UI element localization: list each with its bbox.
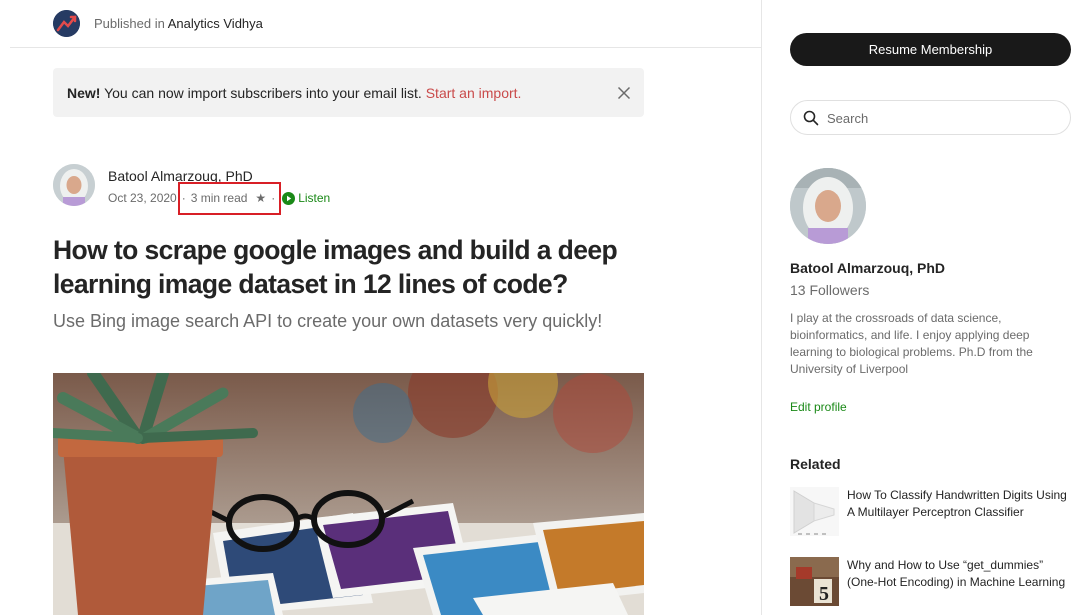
listen-button[interactable]: Listen	[282, 191, 330, 205]
article-subtitle: Use Bing image search API to create your…	[53, 311, 603, 331]
edit-profile-link[interactable]: Edit profile	[790, 400, 847, 414]
related-thumbnail	[790, 487, 839, 536]
related-title: Why and How to Use “get_dummies” (One-Ho…	[847, 558, 1066, 589]
related-title: How To Classify Handwritten Digits Using…	[847, 488, 1067, 519]
related-thumbnail-image: 5	[790, 557, 839, 606]
profile-bio: I play at the crossroads of data science…	[790, 311, 1033, 376]
profile-followers[interactable]: 13 Followers	[790, 282, 869, 298]
play-circle-icon	[282, 191, 296, 205]
banner-close-button[interactable]	[614, 83, 634, 103]
hero-image	[53, 373, 644, 615]
listen-label: Listen	[298, 191, 331, 205]
search-icon	[803, 110, 819, 126]
read-time-highlight	[178, 182, 281, 215]
related-thumbnail-image	[790, 487, 839, 536]
banner-text: New! You can now import subscribers into…	[67, 85, 521, 101]
profile-photo	[790, 168, 866, 244]
related-thumbnail: 5	[790, 557, 839, 606]
close-icon	[617, 86, 631, 100]
top-divider	[10, 47, 761, 48]
related-item[interactable]: How To Classify Handwritten Digits Using…	[790, 487, 1070, 537]
banner-new-label: New!	[67, 85, 101, 101]
main-column: Published in Analytics Vidhya New! You c…	[10, 0, 761, 615]
publication-logo[interactable]	[53, 10, 80, 37]
svg-text:5: 5	[819, 583, 829, 605]
related-item[interactable]: 5 Why and How to Use “get_dummies” (One-…	[790, 557, 1070, 607]
profile-name[interactable]: Batool Almarzouq, PhD	[790, 260, 945, 276]
author-photo	[53, 164, 95, 206]
search-input[interactable]	[825, 108, 1055, 128]
resume-membership-button[interactable]: Resume Membership	[790, 33, 1071, 66]
start-import-link[interactable]: Start an import.	[426, 85, 522, 101]
author-avatar[interactable]	[53, 164, 95, 206]
publication-line: Published in Analytics Vidhya	[94, 16, 263, 31]
profile-avatar[interactable]	[790, 168, 866, 244]
import-banner: New! You can now import subscribers into…	[53, 68, 644, 117]
banner-message: You can now import subscribers into your…	[100, 85, 426, 101]
publication-name[interactable]: Analytics Vidhya	[168, 16, 263, 31]
publication-logo-icon	[53, 10, 80, 37]
hero-photo	[53, 373, 644, 615]
related-heading: Related	[790, 456, 841, 472]
publish-date: Oct 23, 2020	[108, 191, 177, 205]
publication-prefix: Published in	[94, 16, 165, 31]
right-sidebar: Resume Membership Batool Almarzouq, PhD …	[761, 0, 1080, 615]
search-box[interactable]	[790, 100, 1071, 135]
article-title: How to scrape google images and build a …	[53, 235, 618, 299]
